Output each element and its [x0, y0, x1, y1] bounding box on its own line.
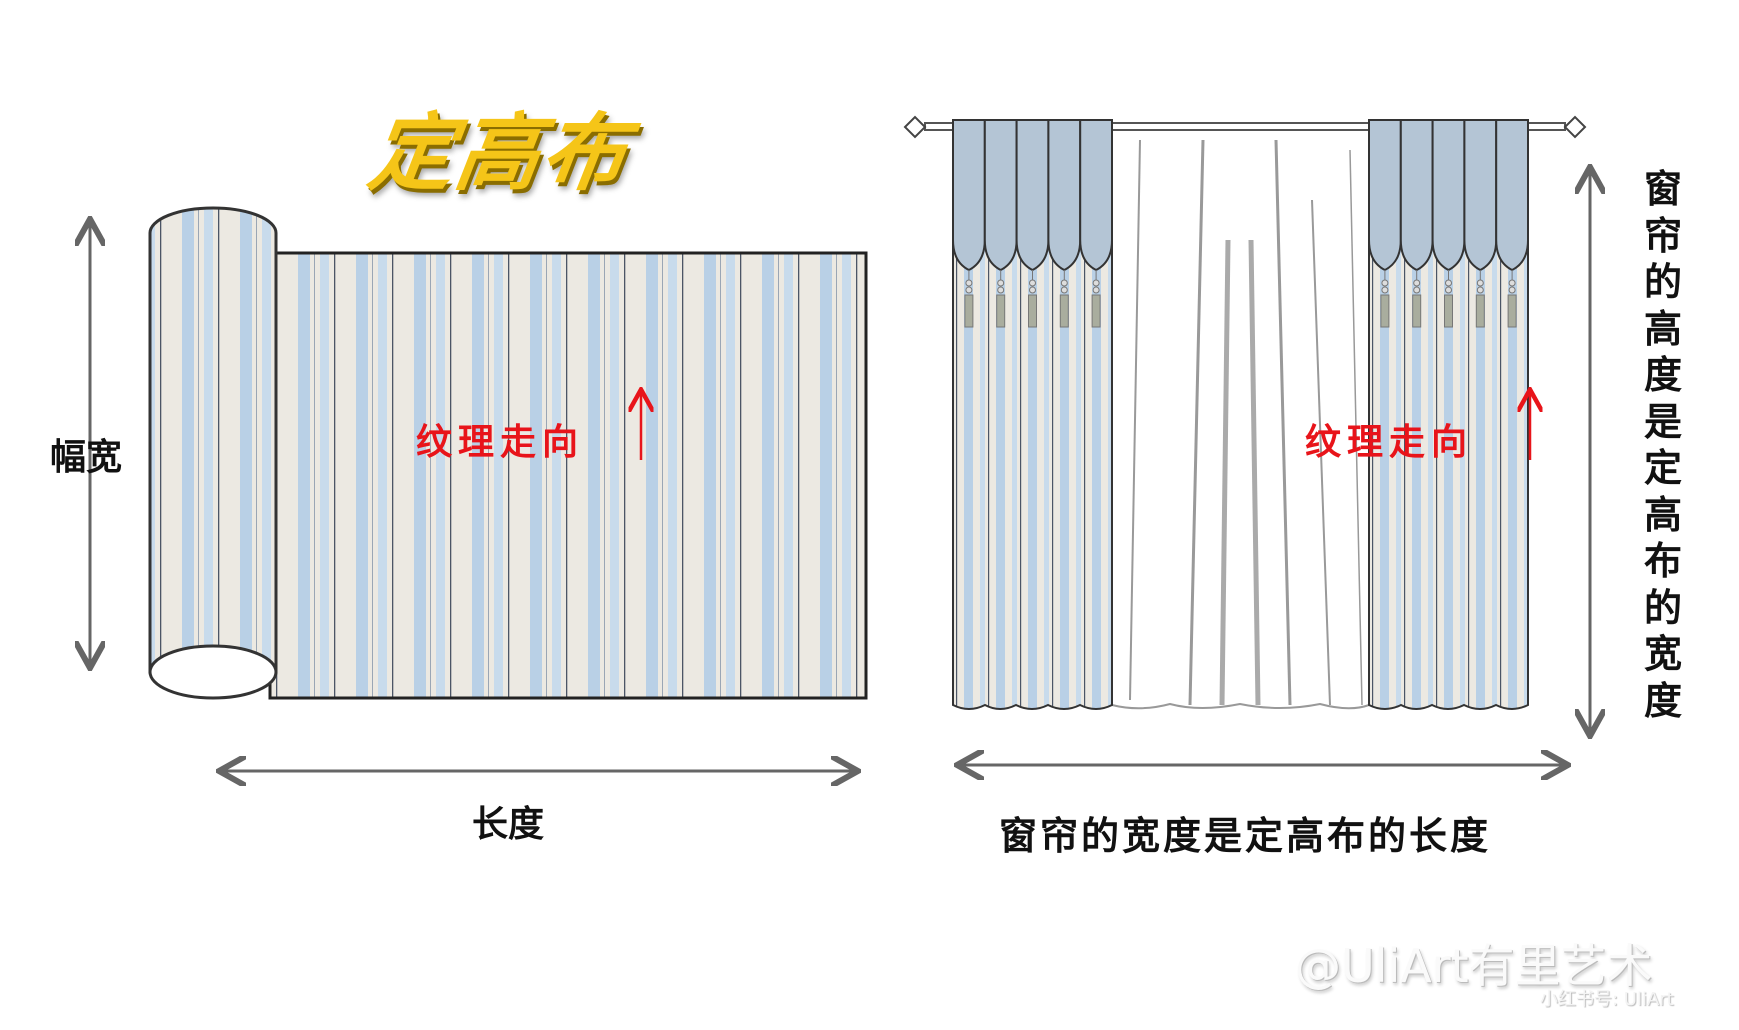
- curtain-illustration: [903, 115, 1587, 710]
- roll-width-label: 幅宽: [50, 437, 123, 478]
- page-title: 定高布: [363, 104, 635, 202]
- left-curtain-panel: [952, 119, 1113, 710]
- valance-pleat: [1431, 119, 1466, 272]
- valance-pleat: [1495, 119, 1529, 272]
- roll-texture-label: 纹理走向: [416, 422, 585, 463]
- curtain-width-caption: 窗帘的宽度是定高布的长度: [999, 814, 1492, 858]
- diagram-graphics: [0, 115, 1739, 1030]
- roll-cylinder: [148, 206, 278, 674]
- valance-pleat: [1047, 119, 1082, 272]
- roll-end: [148, 644, 278, 700]
- valance-pleat: [1015, 119, 1050, 272]
- valance-pleat: [1463, 119, 1498, 272]
- valance-pleat: [952, 119, 986, 272]
- curtain-texture-label: 纹理走向: [1305, 422, 1474, 463]
- valance-pleat: [1079, 119, 1113, 272]
- roll-length-label: 长度: [472, 804, 545, 845]
- fabric-sheet: [268, 251, 868, 700]
- valance-pleat: [1368, 119, 1402, 272]
- valance-pleat: [1399, 119, 1434, 272]
- curtain-height-caption: 窗帘的高度是定高布的宽度: [1643, 167, 1682, 723]
- valance-pleat: [983, 119, 1018, 272]
- watermark-sub: 小红书号: UliArt: [1540, 989, 1674, 1010]
- diagram-canvas: 定高布 幅宽 长度 纹理走向 纹理走向 窗帘的高度是定高布的宽度 窗帘的宽度是定…: [0, 0, 1739, 1030]
